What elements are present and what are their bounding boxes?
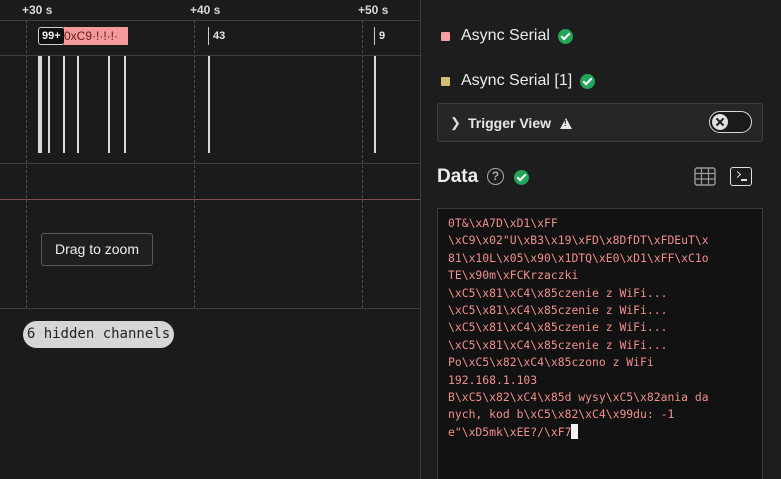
check-circle-icon: [514, 170, 529, 185]
terminal-output[interactable]: 0T&\xA7D\xD1\xFF \xC9\x02"U\xB3\x19\xFD\…: [437, 208, 763, 479]
analyzers-panel: Async Serial Async Serial [1] ❯ Trigger …: [421, 0, 781, 479]
terminal-line: nych, kod b\xC5\x82\xC4\x99du: -1: [448, 407, 675, 422]
time-tick-label: +50 s: [358, 3, 389, 17]
terminal-view-icon[interactable]: [730, 167, 752, 186]
terminal-line: 81\x10L\x05\x90\x1DTQ\xE0\xD1\xFF\xC1o: [448, 250, 709, 265]
channel-separator: [0, 308, 420, 309]
terminal-line: Po\xC5\x82\xC4\x85czono z WiFi: [448, 355, 654, 370]
check-circle-icon: [557, 28, 573, 44]
signal-pulse: [124, 56, 126, 153]
time-gridline: [26, 20, 27, 308]
terminal-line: TE\x90m\xFCKrzaczki: [448, 268, 579, 283]
signal-pulse: [77, 56, 79, 153]
channel-separator: [0, 163, 420, 164]
terminal-line: \xC5\x81\xC4\x85czenie z WiFi...: [448, 303, 668, 318]
signal-pulse: [374, 56, 376, 153]
trigger-view-section[interactable]: ❯ Trigger View: [437, 103, 763, 142]
time-tick-label: +30 s: [22, 3, 53, 17]
table-view-icon[interactable]: [694, 167, 716, 186]
terminal-line: \xC5\x81\xC4\x85czenie z WiFi...: [448, 320, 668, 335]
terminal-line: 192.168.1.103: [448, 372, 538, 387]
check-circle-icon: [580, 73, 596, 89]
timeline-area[interactable]: +30 s +40 s +50 s 99+ 0xC9·!·!·!· 43 9 D…: [0, 0, 420, 479]
drag-to-zoom-button[interactable]: Drag to zoom: [41, 233, 153, 266]
trigger-view-label: Trigger View: [468, 115, 551, 131]
time-gridline: [362, 20, 363, 308]
chevron-right-icon[interactable]: ❯: [450, 115, 461, 131]
packet-marker[interactable]: 43: [208, 27, 225, 45]
terminal-last-line: e"\xD5mk\xEE?/\xF7: [448, 424, 572, 439]
decoded-byte-badge[interactable]: 0xC9·!·!·!·: [64, 27, 128, 45]
signal-pulse: [63, 56, 65, 153]
channel-color-swatch: [441, 31, 450, 41]
signal-pulse: [108, 56, 110, 153]
terminal-line: 0T&\xA7D\xD1\xFF: [448, 216, 558, 230]
packet-count-badge[interactable]: 99+: [38, 27, 65, 45]
help-icon[interactable]: ?: [487, 168, 504, 185]
terminal-cursor: [571, 423, 579, 439]
channel-separator: [0, 199, 420, 200]
close-icon: [712, 114, 728, 130]
time-gridline: [194, 20, 195, 308]
signal-pulse: [208, 56, 210, 153]
packet-marker[interactable]: 9: [374, 27, 385, 45]
data-section-title: Data: [437, 166, 479, 187]
terminal-line: e"\xD5mk\xEE?/\xF7: [448, 423, 762, 441]
signal-pulse: [48, 56, 50, 153]
hidden-channels-chip[interactable]: 6 hidden channels: [23, 321, 174, 348]
terminal-line: \xC9\x02"U\xB3\x19\xFD\x8DfDT\xFDEuT\x: [448, 233, 709, 248]
signal-pulse: [38, 56, 42, 153]
terminal-line: \xC5\x81\xC4\x85czenie z WiFi...: [448, 337, 668, 352]
analyzer-async-serial-1[interactable]: Async Serial [1]: [441, 70, 596, 92]
terminal-line: \xC5\x81\xC4\x85czenie z WiFi...: [448, 285, 668, 300]
analyzer-async-serial[interactable]: Async Serial: [441, 25, 573, 47]
terminal-line: B\xC5\x82\xC4\x85d wysy\xC5\x82ania da: [448, 390, 709, 405]
warning-icon: [560, 118, 572, 129]
analyzer-name: Async Serial [1]: [461, 72, 573, 89]
channel-color-swatch: [441, 76, 450, 86]
analyzer-name: Async Serial: [461, 27, 550, 44]
ruler-separator: [0, 20, 420, 21]
trigger-view-toggle[interactable]: [709, 111, 752, 133]
time-tick-label: +40 s: [190, 3, 221, 17]
